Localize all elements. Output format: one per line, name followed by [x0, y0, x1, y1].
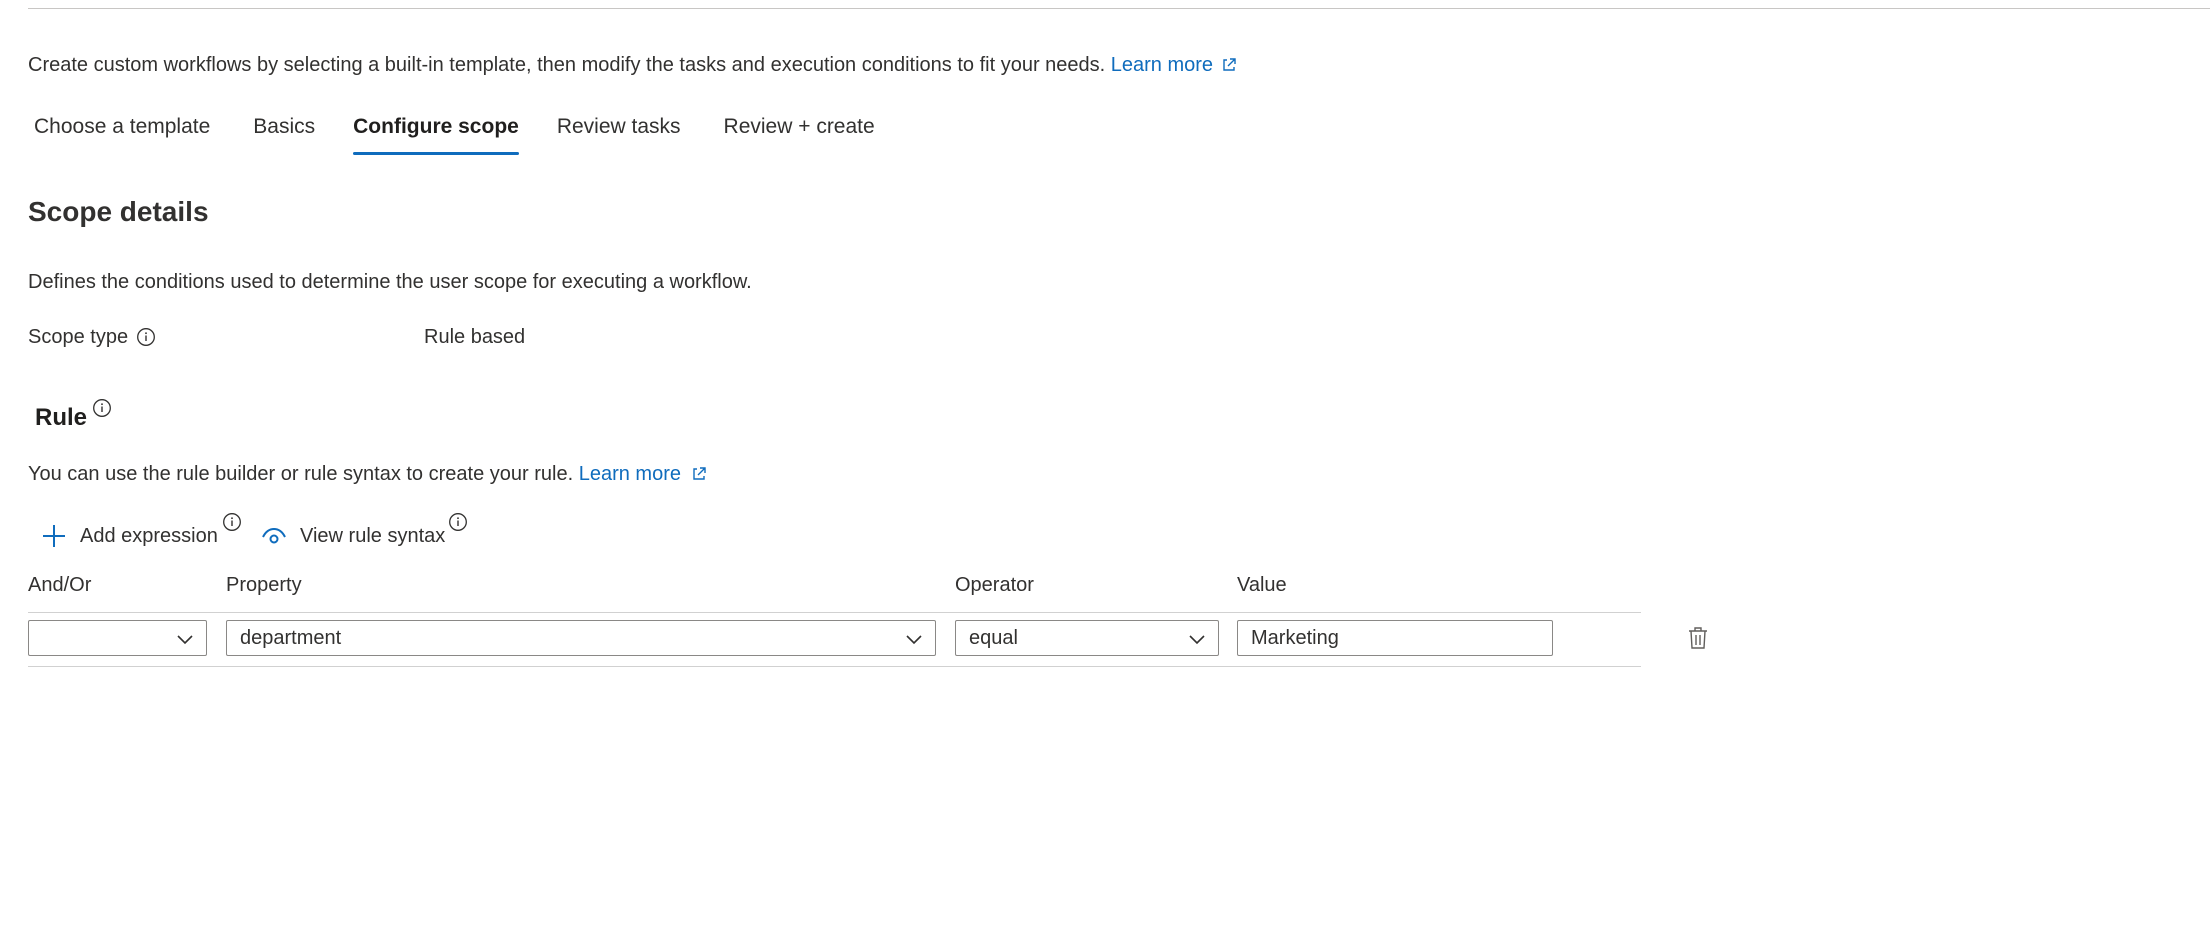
add-expression-button[interactable]: Add expression: [40, 520, 218, 552]
trash-icon[interactable]: [1687, 626, 1709, 650]
intro-text: Create custom workflows by selecting a b…: [28, 52, 1237, 78]
operator-dropdown[interactable]: equal: [955, 620, 1219, 656]
property-dropdown[interactable]: department: [226, 620, 936, 656]
view-rule-syntax-info-icon[interactable]: [448, 512, 468, 532]
rule-title: Rule: [35, 404, 88, 431]
rule-info-icon[interactable]: [92, 398, 112, 418]
column-header-and-or: And/Or: [28, 574, 92, 596]
scope-type-value: Rule based: [424, 326, 526, 348]
add-expression-label: Add expression: [80, 524, 218, 547]
tab-review-create[interactable]: Review + create: [724, 112, 875, 162]
top-divider: [28, 8, 2210, 9]
scope-type-label-text: Scope type: [28, 326, 129, 348]
chevron-down-icon: [1189, 635, 1205, 645]
value-input[interactable]: [1237, 620, 1553, 656]
info-icon[interactable]: [136, 327, 156, 347]
rule-description: You can use the rule builder or rule syn…: [28, 461, 707, 487]
chevron-down-icon: [177, 635, 193, 645]
column-header-operator: Operator: [955, 574, 1034, 596]
tab-basics[interactable]: Basics: [253, 112, 315, 162]
scope-details-title: Scope details: [28, 196, 209, 227]
chevron-down-icon: [906, 635, 922, 645]
tab-choose-template[interactable]: Choose a template: [34, 112, 210, 162]
external-link-icon: [693, 467, 706, 480]
view-rule-syntax-label: View rule syntax: [300, 524, 446, 547]
scope-description: Defines the conditions used to determine…: [28, 271, 752, 293]
page: Create custom workflows by selecting a b…: [0, 0, 2210, 950]
intro-learn-more-link[interactable]: Learn more: [1111, 54, 1237, 76]
property-value: department: [240, 627, 342, 649]
column-header-value: Value: [1237, 574, 1287, 596]
rule-description-text: You can use the rule builder or rule syn…: [28, 463, 574, 485]
add-expression-info-icon[interactable]: [222, 512, 242, 532]
grid-header-divider: [28, 612, 1641, 613]
tab-review-tasks[interactable]: Review tasks: [557, 112, 681, 162]
intro-description: Create custom workflows by selecting a b…: [28, 54, 1106, 76]
and-or-dropdown[interactable]: [28, 620, 207, 656]
grid-row-divider: [28, 666, 1641, 667]
wizard-tabs: Choose a template Basics Configure scope…: [28, 112, 875, 162]
rule-learn-more-link[interactable]: Learn more: [579, 463, 707, 485]
eye-icon: [262, 527, 286, 544]
external-link-icon: [1223, 58, 1236, 71]
column-header-property: Property: [226, 574, 302, 596]
scope-type-label: Scope type: [28, 324, 156, 350]
operator-value: equal: [969, 627, 1018, 649]
tab-configure-scope[interactable]: Configure scope: [353, 112, 519, 162]
plus-icon: [43, 525, 65, 547]
view-rule-syntax-button[interactable]: View rule syntax: [260, 520, 445, 552]
